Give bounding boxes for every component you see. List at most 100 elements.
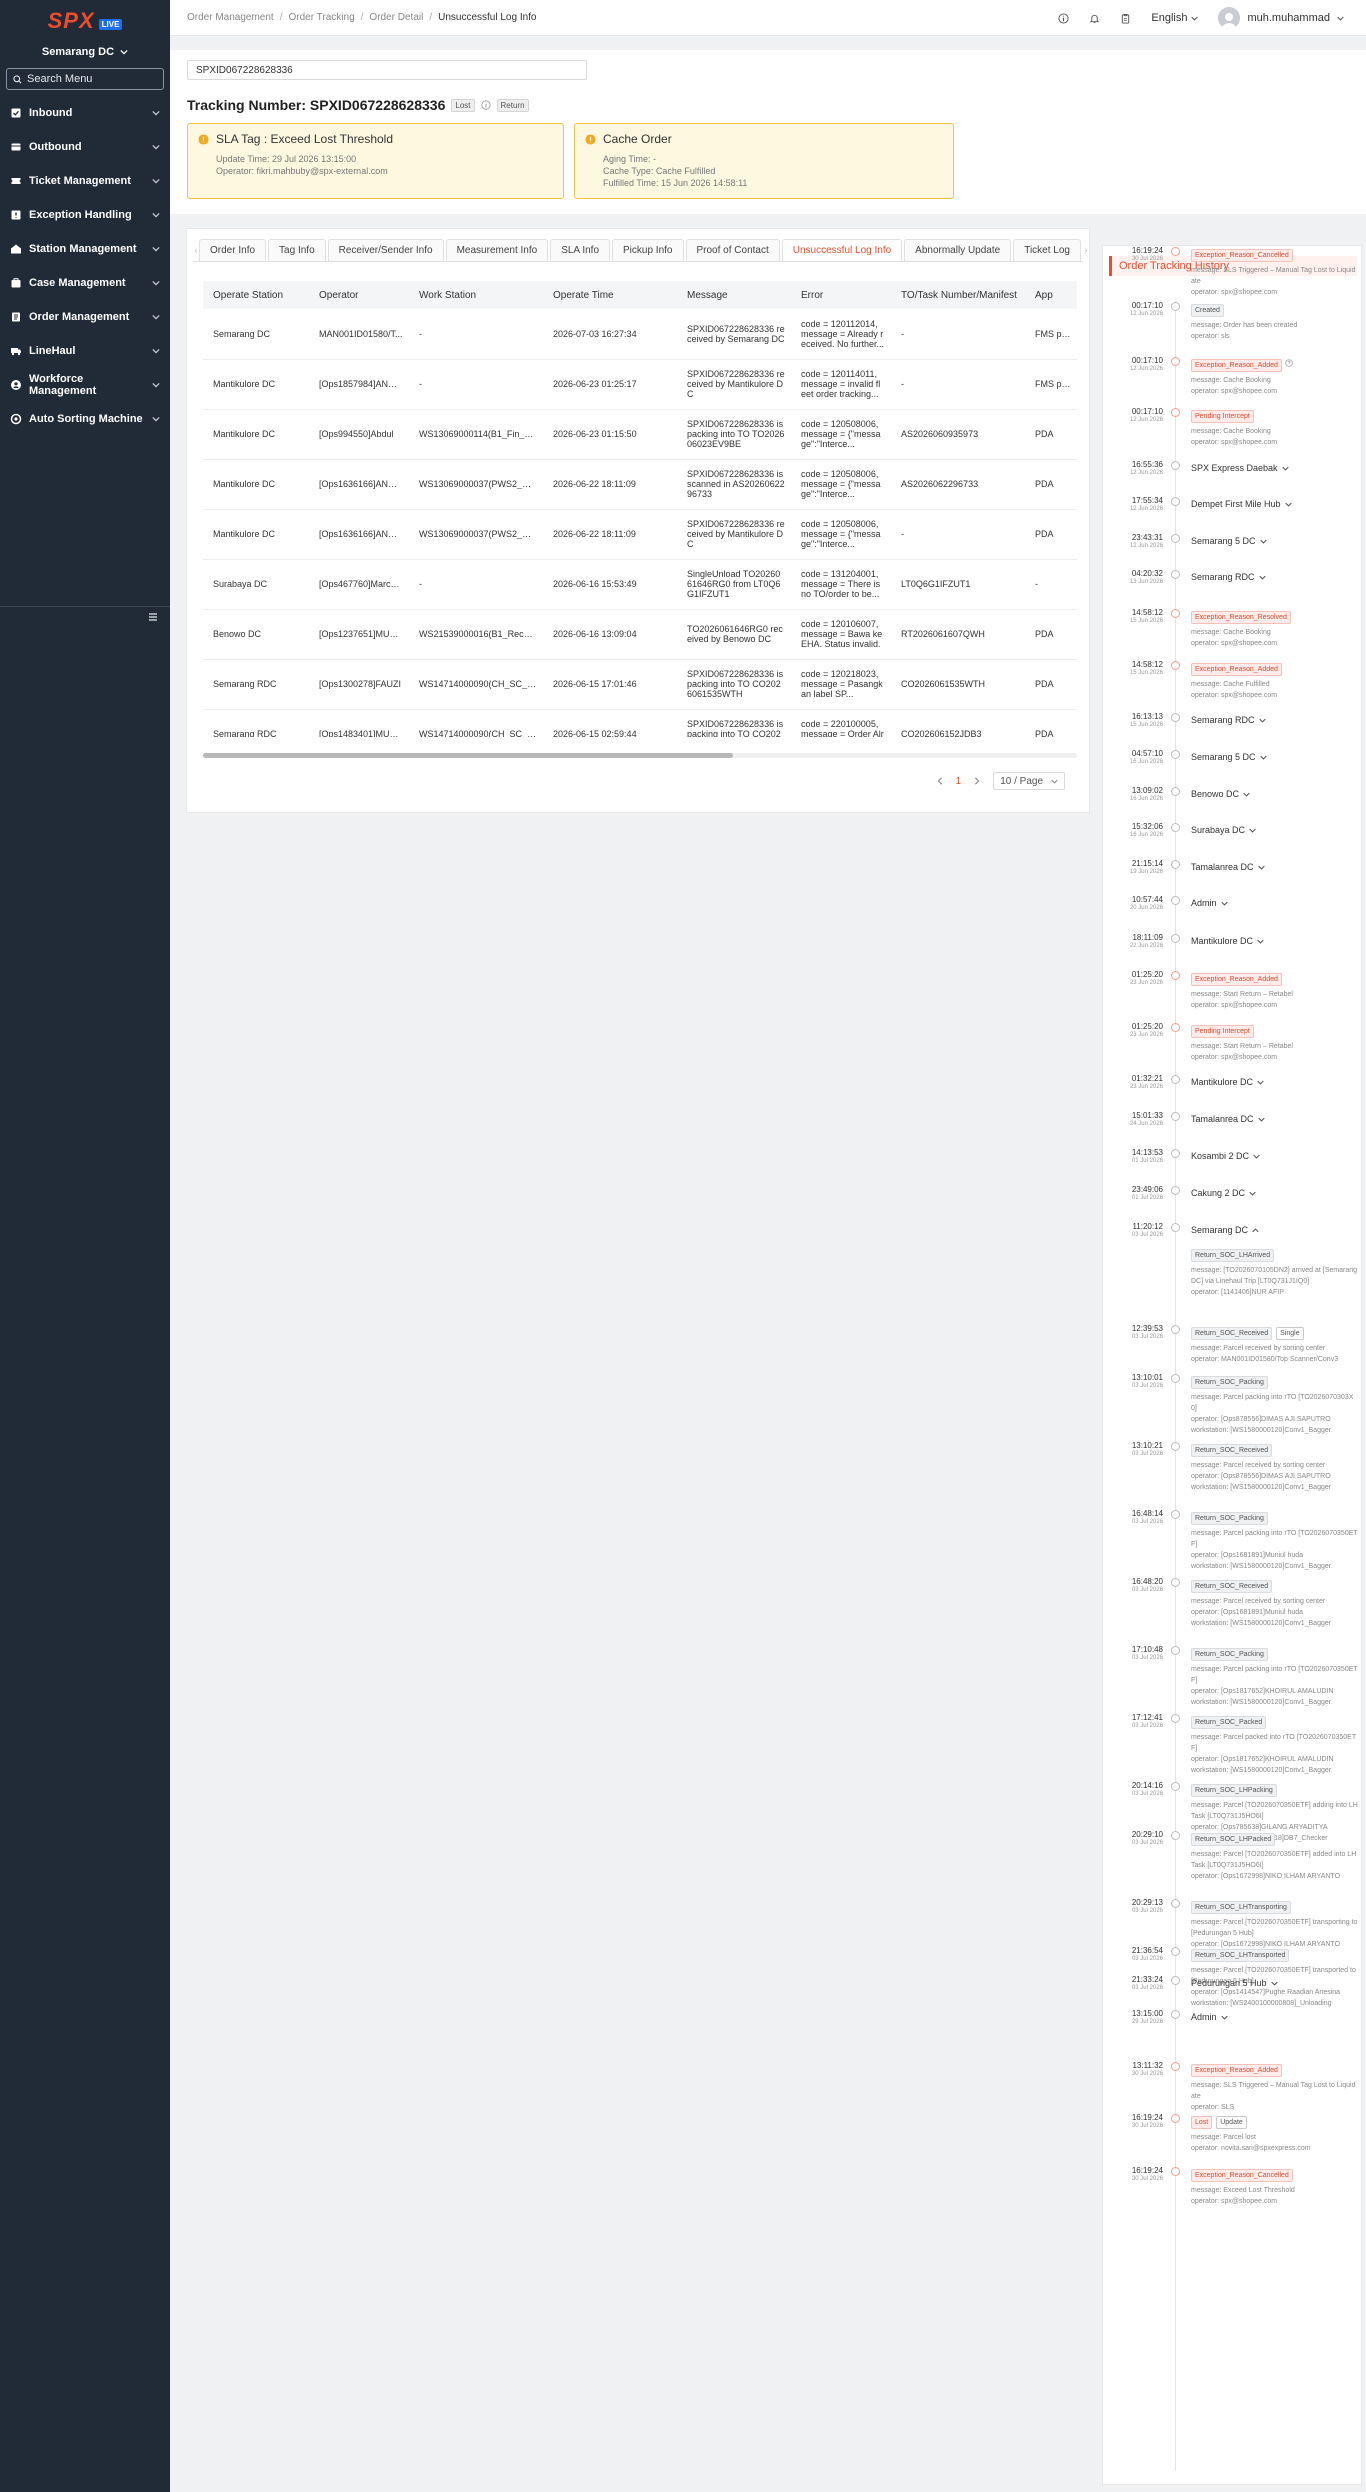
column-header: Error: [791, 281, 891, 309]
event-time: 21:15:14: [1131, 859, 1163, 868]
hub-toggle[interactable]: Surabaya DC: [1191, 825, 1256, 835]
timeline-dot: [1171, 1223, 1180, 1232]
tab-tag-info[interactable]: Tag Info: [268, 239, 326, 261]
table-cell: [Ops1636166]ANDI ...: [309, 459, 409, 510]
hub-toggle[interactable]: Semarang RDC: [1191, 572, 1266, 582]
sidebar-item-case-management[interactable]: Case Management: [0, 266, 170, 300]
event-date: 22 Jun 2026: [1129, 943, 1163, 949]
timeline-dot: [1171, 1714, 1180, 1723]
event-detail-line: operator: spx@shopee.com: [1191, 640, 1278, 647]
station-selector[interactable]: Semarang DC: [0, 42, 170, 62]
event-message: message: Cache Fulfilled operator: spx@sh…: [1191, 679, 1359, 701]
logo[interactable]: SPX LIVE: [0, 0, 170, 42]
sidebar-item-order-management[interactable]: Order Management: [0, 300, 170, 334]
hub-toggle[interactable]: Semarang RDC: [1191, 715, 1266, 725]
table-cell: Benowo DC: [203, 609, 309, 660]
event-body: Pedurungan 5 Hub: [1191, 1975, 1359, 1989]
column-header: TO/Task Number/Manifest: [891, 281, 1025, 309]
hub-toggle[interactable]: Admin: [1191, 898, 1228, 908]
tab-scroll-right-icon[interactable]: ›: [1083, 239, 1089, 261]
status-line: Return_SOC_Packed: [1191, 1713, 1359, 1729]
menu-search-input[interactable]: [27, 73, 147, 85]
tracking-number-input[interactable]: [187, 60, 587, 80]
breadcrumb-item[interactable]: Order Detail: [369, 12, 423, 23]
sidebar-item-outbound[interactable]: Outbound: [0, 130, 170, 164]
hub-toggle[interactable]: Kosambi 2 DC: [1191, 1151, 1260, 1161]
hub-name: Mantikulore DC: [1191, 936, 1254, 946]
hub-toggle[interactable]: Semarang 5 DC: [1191, 536, 1267, 546]
current-page[interactable]: 1: [956, 776, 962, 787]
tab-proof-of-contact[interactable]: Proof of Contact: [685, 239, 780, 261]
table-cell: PDA: [1025, 459, 1077, 510]
event-body: SPX Express Daebak: [1191, 460, 1359, 474]
user-menu[interactable]: muh.muhammad: [1218, 7, 1344, 29]
breadcrumb-item[interactable]: Order Tracking: [289, 12, 355, 23]
tab-order-info[interactable]: Order Info: [199, 239, 267, 261]
cell-text: WS13069000114(B1_Fin_B...: [419, 429, 537, 439]
tab-pickup-info[interactable]: Pickup Info: [612, 239, 684, 261]
event-message: message: Parcel packed into rTO [TO20260…: [1191, 1732, 1359, 1776]
breadcrumb-item[interactable]: Order Management: [187, 12, 274, 23]
timeline-dot: [1171, 247, 1180, 256]
tab-unsuccessful-log-info[interactable]: Unsuccessful Log Info: [781, 239, 903, 261]
hub-toggle[interactable]: Tamalanrea DC: [1191, 1114, 1265, 1124]
sidebar-item-auto-sorting-machine[interactable]: Auto Sorting Machine: [0, 402, 170, 436]
info-icon[interactable]: [1058, 12, 1069, 24]
question-icon[interactable]: [1285, 359, 1293, 367]
timeline-dot: [1171, 534, 1180, 543]
page-size-select[interactable]: 10 / Page: [993, 772, 1065, 790]
event-body: Exception_Reason_Cancelled message: Excee…: [1191, 2166, 1359, 2207]
tab-abnormally-update[interactable]: Abnormally Update: [904, 239, 1012, 261]
linehaul-icon: [11, 348, 21, 356]
event-date: 23 Jun 2026: [1129, 1084, 1163, 1090]
status-badge: Exception_Reason_Added: [1191, 359, 1282, 372]
hub-name: Semarang 5 DC: [1191, 536, 1256, 546]
hub-toggle[interactable]: Mantikulore DC: [1191, 936, 1264, 946]
event-time: 00:17:10: [1131, 301, 1163, 310]
sidebar-item-ticket-management[interactable]: Ticket Management: [0, 164, 170, 198]
unsuccessful-log-table: Operate Station Operator Work Station Opera…: [203, 281, 1077, 737]
hub-toggle[interactable]: Tamalanrea DC: [1191, 862, 1265, 872]
tab-ticket-log[interactable]: Ticket Log: [1013, 239, 1081, 261]
hub-toggle[interactable]: Mantikulore DC: [1191, 1077, 1264, 1087]
hub-toggle[interactable]: Dempet First Mile Hub: [1191, 499, 1292, 509]
hub-toggle[interactable]: Benowo DC: [1191, 789, 1250, 799]
status-badge: Return_SOC_LHTransported: [1191, 1949, 1290, 1962]
menu-search[interactable]: [6, 68, 164, 90]
hub-toggle[interactable]: Semarang 5 DC: [1191, 752, 1267, 762]
cell-text: [Ops994550]Abdul: [319, 429, 394, 439]
sidebar-item-label: Outbound: [29, 141, 82, 153]
info-circle-icon[interactable]: [480, 100, 491, 110]
cell-text: code = 120106007, message = Bawa ke EHA.…: [801, 619, 883, 649]
status-line: Return_SOC_Received: [1191, 1441, 1359, 1457]
table-cell: 2026-06-22 18:11:09: [543, 509, 677, 560]
tab-measurement-info[interactable]: Measurement Info: [445, 239, 549, 261]
hub-toggle[interactable]: Cakung 2 DC: [1191, 1188, 1256, 1198]
sidebar-item-exception-handling[interactable]: Exception Handling: [0, 198, 170, 232]
event-date: 03 Jul 2026: [1131, 1956, 1163, 1962]
next-page-icon[interactable]: [973, 777, 981, 785]
hub-toggle[interactable]: Pedurungan 5 Hub: [1191, 1978, 1278, 1988]
timeline-dot: [1171, 1899, 1180, 1908]
clipboard-icon[interactable]: [1120, 13, 1131, 24]
hub-toggle[interactable]: Admin: [1191, 2012, 1228, 2022]
sidebar-item-station-management[interactable]: Station Management: [0, 232, 170, 266]
prev-page-icon[interactable]: [936, 777, 944, 785]
tab-receiver-sender-info[interactable]: Receiver/Sender Info: [327, 239, 444, 261]
hub-toggle[interactable]: Semarang DC: [1191, 1225, 1259, 1235]
event-date: 30 Jul 2026: [1131, 2071, 1163, 2077]
cell-text: code = 120508006, message = {"message":"…: [801, 519, 881, 549]
event-detail-line: message: Cache Booking: [1191, 377, 1271, 384]
cell-text: PDA: [1035, 629, 1054, 639]
sidebar-item-linehaul[interactable]: LineHaul: [0, 334, 170, 368]
hub-toggle[interactable]: SPX Express Daebak: [1191, 463, 1289, 473]
chevron-down-icon: [1191, 16, 1199, 21]
tab-sla-info[interactable]: SLA Info: [550, 239, 611, 261]
sidebar-item-label: Auto Sorting Machine: [29, 413, 143, 425]
menu-collapse-icon[interactable]: [148, 612, 158, 622]
language-selector[interactable]: English: [1151, 12, 1199, 24]
sidebar-item-workforce-management[interactable]: Workforce Management: [0, 368, 170, 402]
bell-icon[interactable]: [1089, 13, 1100, 24]
sidebar-item-inbound[interactable]: Inbound: [0, 96, 170, 130]
table-scrollbar-thumb[interactable]: [203, 753, 733, 758]
